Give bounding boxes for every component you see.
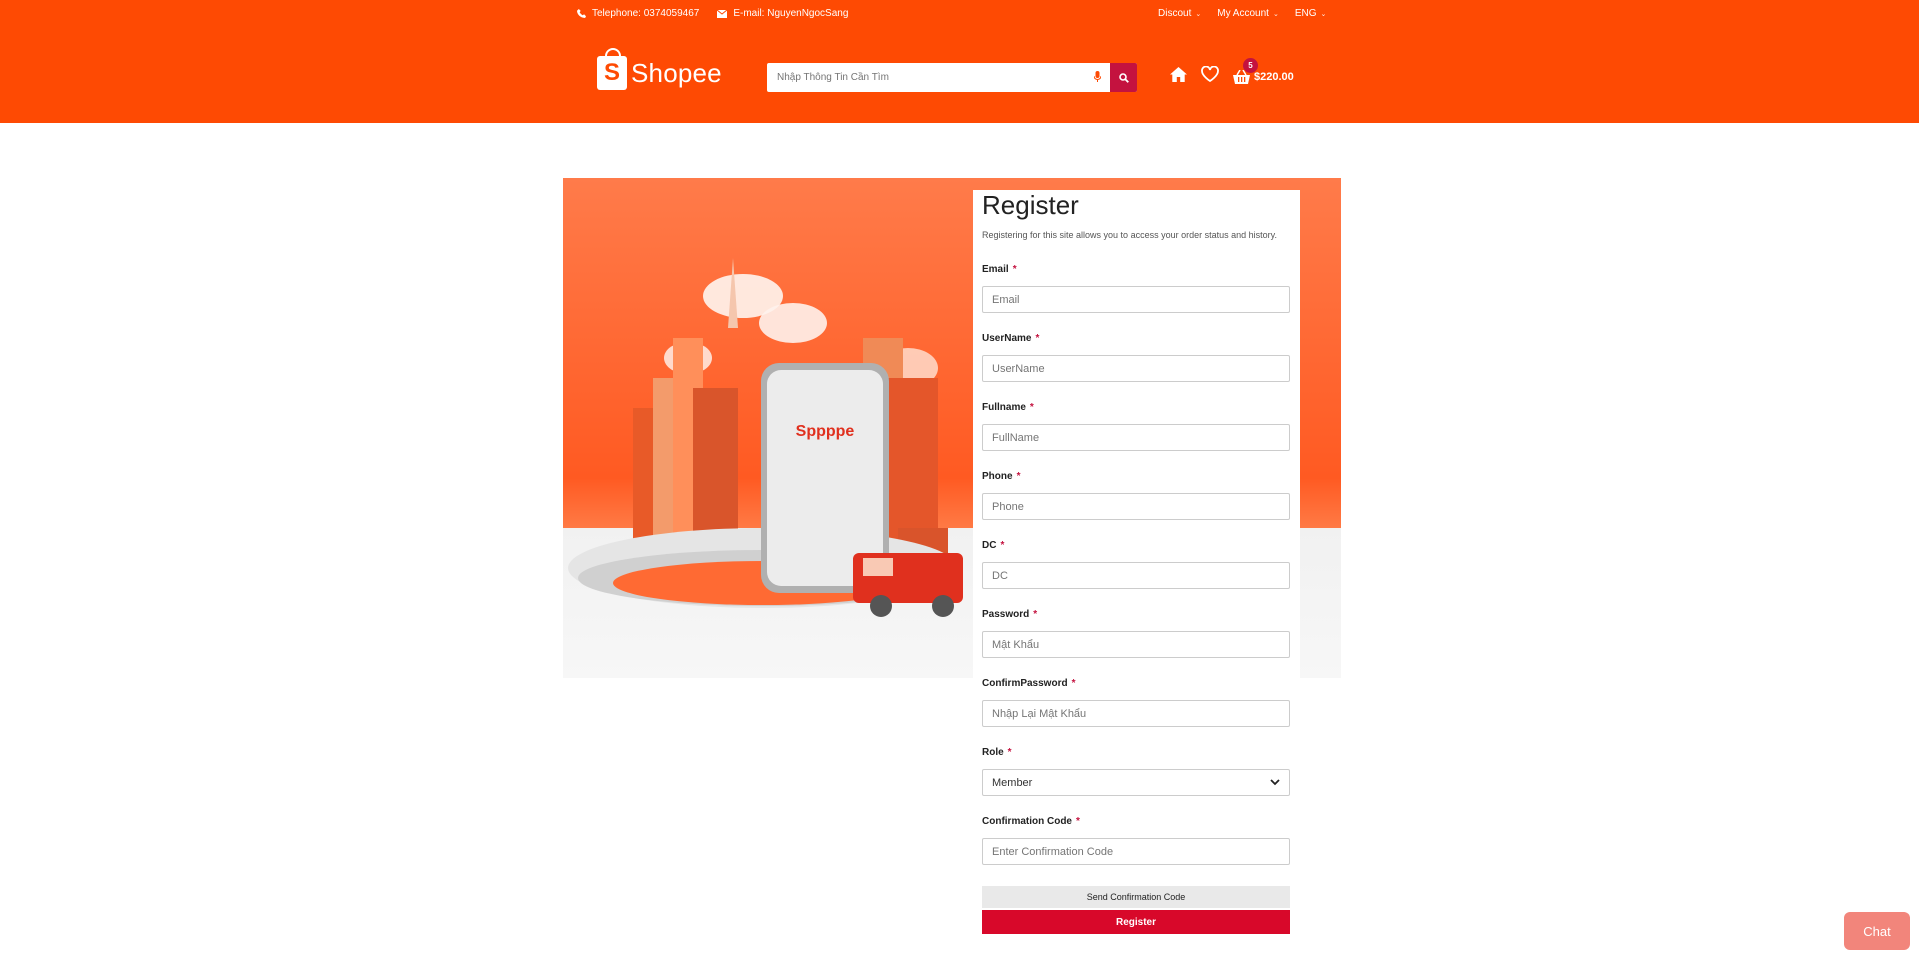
chat-button[interactable]: Chat — [1844, 912, 1910, 950]
fullname-label: Fullname * — [982, 402, 1034, 413]
phone-label: Phone * — [982, 471, 1021, 482]
confirmation-code-field[interactable] — [982, 838, 1290, 865]
role-field-group: Role * Member — [982, 747, 1290, 796]
email-field[interactable] — [982, 286, 1290, 313]
dc-label: DC * — [982, 540, 1005, 551]
phone-icon — [577, 9, 586, 18]
my-account-label: My Account — [1217, 8, 1269, 19]
username-field[interactable] — [982, 355, 1290, 382]
email-text: E-mail: NguyenNgocSang — [733, 8, 849, 19]
cart-button[interactable]: 5 $220.00 — [1233, 57, 1294, 84]
dc-field-group: DC * — [982, 540, 1290, 589]
language-label: ENG — [1294, 8, 1317, 19]
phone-field-group: Phone * — [982, 471, 1290, 520]
send-confirmation-code-button[interactable]: Send Confirmation Code — [982, 886, 1290, 908]
city-illustration: Sppppe — [568, 258, 963, 617]
email-field-group: Email * — [982, 264, 1290, 313]
required-mark: * — [1016, 471, 1021, 482]
logo-text: Shopee — [631, 57, 722, 88]
discout-menu[interactable]: Discout ⌄ — [1158, 8, 1201, 19]
role-select[interactable]: Member — [982, 769, 1290, 796]
cart-count-badge: 5 — [1243, 57, 1258, 73]
confirm-password-field[interactable] — [982, 700, 1290, 727]
search-input[interactable] — [767, 64, 1090, 91]
username-label: UserName * — [982, 333, 1040, 344]
search-button[interactable] — [1110, 63, 1137, 92]
chevron-down-icon — [1270, 779, 1280, 786]
language-menu[interactable]: ENG ⌄ — [1295, 8, 1327, 19]
register-subtitle: Registering for this site allows you to … — [982, 230, 1277, 240]
register-form: Register Registering for this site allow… — [973, 190, 1300, 956]
telephone-info: Telephone: 0374059467 — [577, 8, 699, 19]
phone-brand-text: Sppppe — [796, 423, 855, 440]
chevron-down-icon: ⌄ — [1195, 10, 1202, 18]
password-field[interactable] — [982, 631, 1290, 658]
microphone-icon[interactable] — [1090, 70, 1104, 85]
required-mark: * — [1033, 609, 1038, 620]
fullname-field-group: Fullname * — [982, 402, 1290, 451]
mail-icon — [717, 9, 728, 18]
fullname-field[interactable] — [982, 424, 1290, 451]
confirm-password-field-group: ConfirmPassword * — [982, 678, 1290, 727]
required-mark: * — [1007, 747, 1012, 758]
register-title: Register — [982, 190, 1079, 220]
shopping-bag-icon: S — [597, 48, 627, 90]
confirmation-code-label: Confirmation Code * — [982, 816, 1080, 827]
confirmation-code-field-group: Confirmation Code * — [982, 816, 1290, 865]
password-field-group: Password * — [982, 609, 1290, 658]
chevron-down-icon: ⌄ — [1272, 10, 1279, 18]
heart-icon[interactable] — [1201, 65, 1219, 87]
email-info: E-mail: NguyenNgocSang — [717, 8, 848, 19]
search-bar — [767, 63, 1137, 92]
dc-field[interactable] — [982, 562, 1290, 589]
role-label: Role * — [982, 747, 1012, 758]
required-mark: * — [1071, 678, 1076, 689]
top-header: Telephone: 0374059467 E-mail: NguyenNgoc… — [0, 0, 1919, 123]
contact-info: Telephone: 0374059467 E-mail: NguyenNgoc… — [577, 8, 848, 19]
home-icon[interactable] — [1170, 66, 1187, 87]
email-label: Email * — [982, 264, 1017, 275]
header-icons: 5 $220.00 — [1170, 57, 1294, 87]
search-icon — [1118, 72, 1129, 83]
required-mark: * — [1000, 540, 1005, 551]
cart-total: $220.00 — [1254, 70, 1294, 83]
register-button[interactable]: Register — [982, 910, 1290, 934]
username-field-group: UserName * — [982, 333, 1290, 382]
role-selected-value: Member — [992, 776, 1033, 789]
confirm-password-label: ConfirmPassword * — [982, 678, 1076, 689]
password-label: Password * — [982, 609, 1038, 620]
required-mark: * — [1035, 333, 1040, 344]
required-mark: * — [1029, 402, 1034, 413]
required-mark: * — [1076, 816, 1080, 827]
required-mark: * — [1012, 264, 1017, 275]
top-menu: Discout ⌄ My Account ⌄ ENG ⌄ — [1158, 8, 1326, 19]
shopee-logo[interactable]: S Shopee — [597, 48, 722, 90]
discout-label: Discout — [1158, 8, 1192, 19]
chevron-down-icon: ⌄ — [1320, 10, 1327, 18]
logo-letter: S — [603, 59, 620, 86]
phone-field[interactable] — [982, 493, 1290, 520]
my-account-menu[interactable]: My Account ⌄ — [1217, 8, 1279, 19]
telephone-text: Telephone: 0374059467 — [592, 8, 700, 19]
